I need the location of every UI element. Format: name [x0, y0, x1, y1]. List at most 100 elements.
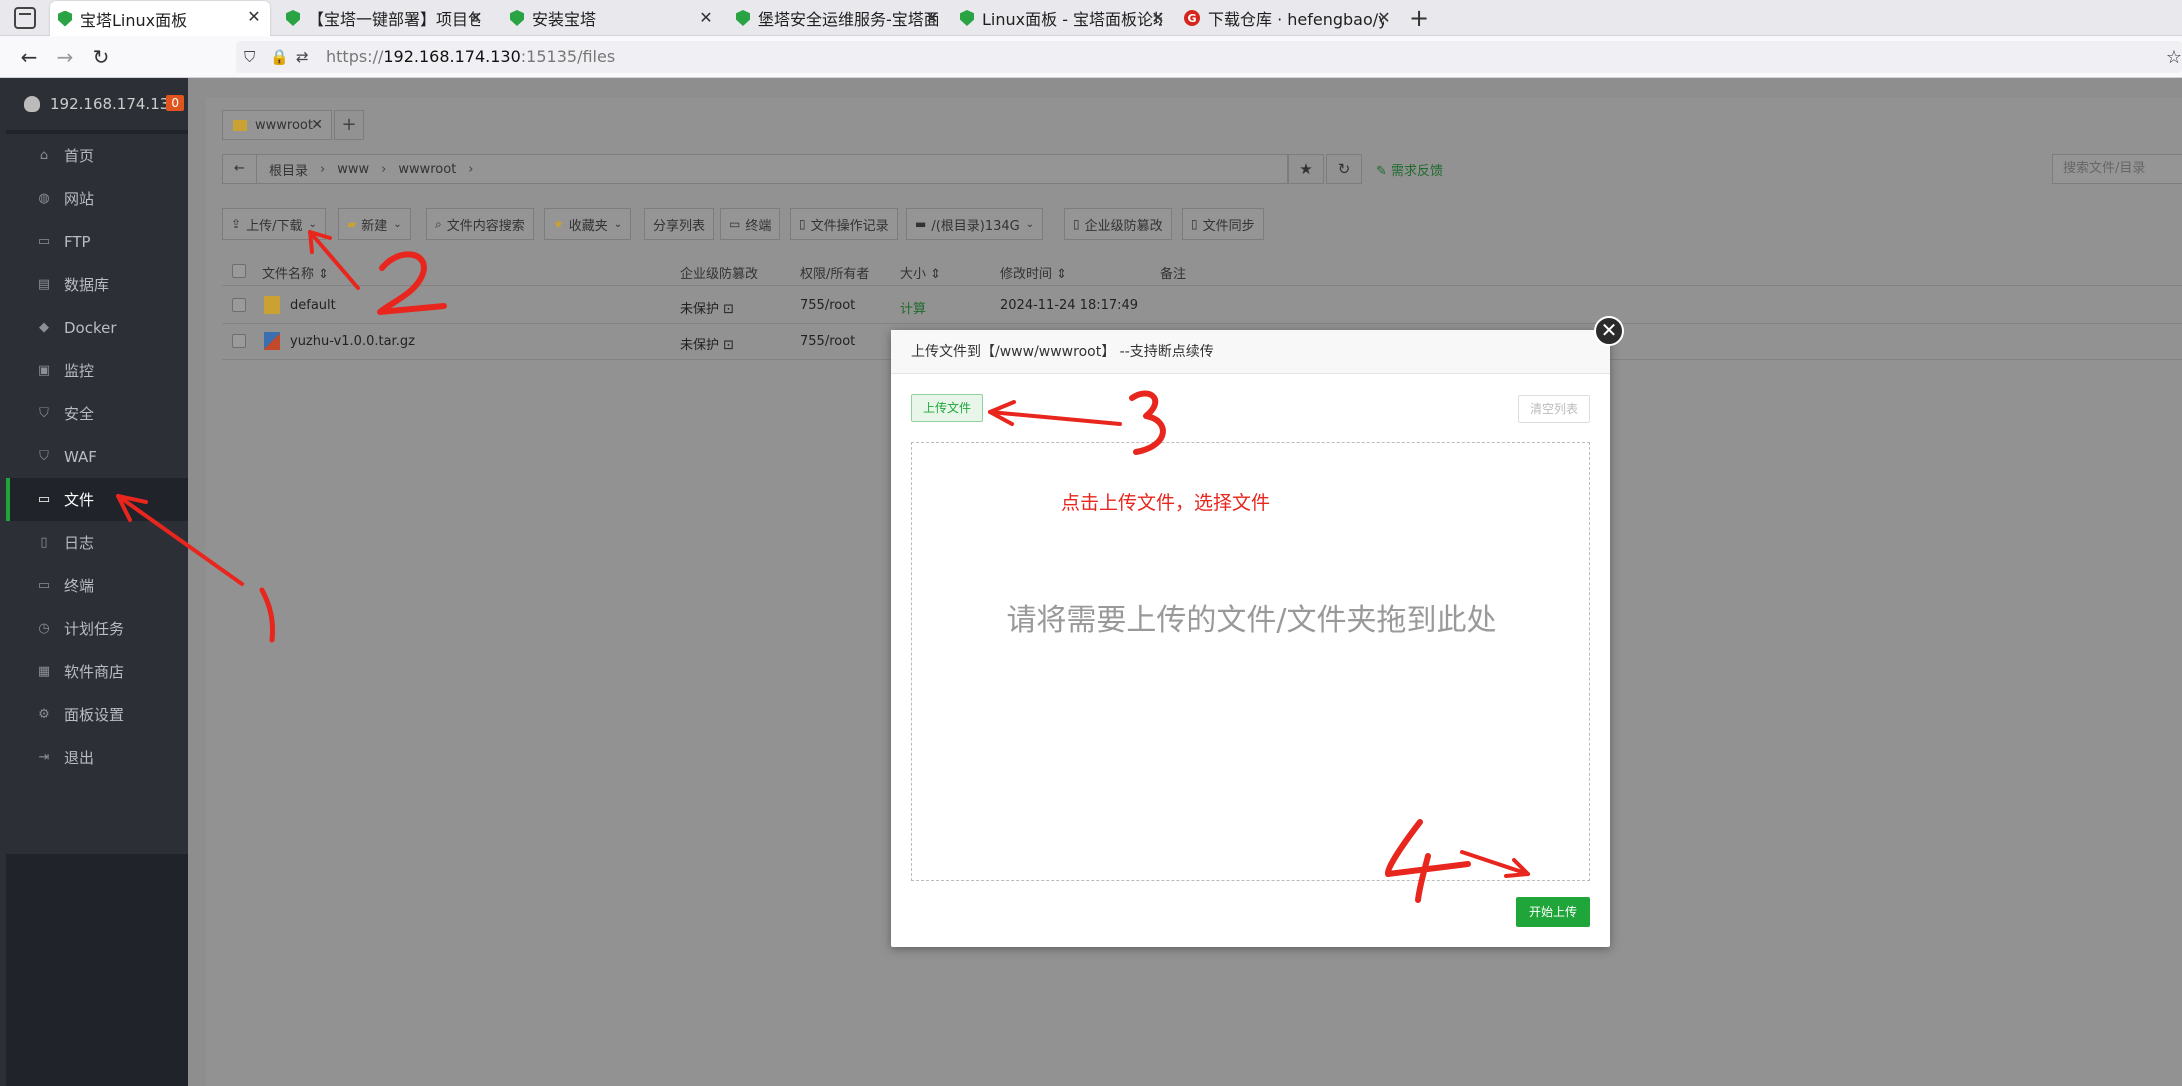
- notification-badge[interactable]: 0: [166, 95, 184, 111]
- sidebar-item-docker[interactable]: ◆ Docker: [6, 306, 188, 349]
- sidebar-item-security[interactable]: ⛉ 安全: [6, 392, 188, 435]
- share-list-button[interactable]: 分享列表: [644, 208, 715, 240]
- feedback-link[interactable]: ✎ 需求反馈: [1376, 160, 1443, 179]
- chevron-down-icon: ⌄: [393, 218, 402, 230]
- column-size[interactable]: 大小 ⇕: [900, 263, 941, 282]
- tamper-status[interactable]: 未保护 ⊡: [680, 298, 734, 317]
- file-name[interactable]: yuzhu-v1.0.0.tar.gz: [290, 334, 415, 349]
- tamper-status-label: 未保护: [680, 302, 720, 317]
- sidebar-item-cron[interactable]: ◷ 计划任务: [6, 607, 188, 650]
- row-checkbox[interactable]: [232, 298, 246, 312]
- sidebar-item-home[interactable]: ⌂ 首页: [6, 134, 188, 177]
- close-icon[interactable]: ✕: [466, 8, 486, 28]
- upload-file-button[interactable]: 上传文件: [911, 394, 983, 422]
- url-bar[interactable]: ⛉ 🔒 ⇄ https://192.168.174.130:15135/file…: [236, 41, 2182, 73]
- sidebar-item-label: 监控: [64, 362, 95, 380]
- breadcrumb-wwwroot[interactable]: wwwroot: [386, 162, 468, 177]
- back-arrow-icon[interactable]: ←: [223, 155, 257, 183]
- browser-tab-baota-panel[interactable]: 宝塔Linux面板 ✕: [50, 1, 270, 36]
- folder-icon: [264, 296, 280, 314]
- close-icon[interactable]: ✕: [311, 117, 323, 133]
- browser-tab-bar: 宝塔Linux面板 ✕ 【宝塔一键部署】项目包上 ✕ 安装宝塔 ✕ 堡塔安全运维…: [0, 0, 2182, 36]
- sidebar-item-waf[interactable]: ⛉ WAF: [6, 435, 188, 478]
- browser-tab-security[interactable]: 堡塔安全运维服务-宝塔面 ✕: [728, 2, 942, 34]
- shield-icon[interactable]: ⛉: [244, 48, 255, 66]
- breadcrumb-root[interactable]: 根目录: [257, 160, 320, 179]
- clear-list-button[interactable]: 清空列表: [1518, 395, 1590, 423]
- dialog-close-icon[interactable]: ✕: [1594, 316, 1624, 346]
- breadcrumb-www[interactable]: www: [325, 162, 381, 177]
- annotation-note: 点击上传文件，选择文件: [1061, 492, 1271, 514]
- calc-size-link[interactable]: 计算: [900, 298, 926, 317]
- file-search-input[interactable]: 搜索文件/目录: [2052, 154, 2182, 184]
- sidebar-item-ftp[interactable]: ▭ FTP: [6, 220, 188, 263]
- close-icon[interactable]: ✕: [1374, 8, 1394, 28]
- file-permission[interactable]: 755/root: [800, 334, 855, 349]
- operation-log-button[interactable]: ▯ 文件操作记录: [790, 208, 898, 240]
- disk-select-button[interactable]: ▬ /(根目录)134G ⌄: [906, 208, 1044, 240]
- sidebar-item-monitor[interactable]: ▣ 监控: [6, 349, 188, 392]
- file-name[interactable]: default: [290, 298, 336, 313]
- close-icon[interactable]: ✕: [922, 8, 942, 28]
- sidebar-item-logs[interactable]: ▯ 日志: [6, 521, 188, 564]
- browser-tab-deploy[interactable]: 【宝塔一键部署】项目包上 ✕: [278, 2, 488, 34]
- baota-favicon-icon: [510, 10, 524, 26]
- tamper-status[interactable]: 未保护 ⊡: [680, 334, 734, 353]
- waf-icon: ⛉: [39, 449, 49, 464]
- close-icon[interactable]: ✕: [244, 7, 264, 27]
- new-button[interactable]: ▰ 新建 ⌄: [338, 208, 411, 240]
- sidebar-item-store[interactable]: ▦ 软件商店: [6, 650, 188, 693]
- upload-download-button[interactable]: ⇪ 上传/下载 ⌄: [222, 208, 326, 240]
- sidebar-item-logout[interactable]: ⇥ 退出: [6, 736, 188, 779]
- column-label: 修改时间: [1000, 267, 1053, 282]
- back-arrow-icon[interactable]: ←: [16, 44, 42, 70]
- terminal-icon: ▭: [37, 578, 51, 593]
- clock-icon: ◷: [38, 621, 50, 636]
- close-icon[interactable]: ✕: [1148, 8, 1168, 28]
- forward-arrow-icon[interactable]: →: [52, 44, 78, 70]
- browser-tab-repo[interactable]: G 下载仓库 · hefengbao/yuz ✕: [1176, 2, 1394, 34]
- breadcrumb[interactable]: ← 根目录 › www › wwwroot ›: [222, 154, 1288, 184]
- row-checkbox[interactable]: [232, 334, 246, 348]
- refresh-button[interactable]: ↻: [1326, 154, 1362, 184]
- sidebar-item-files[interactable]: ▭ 文件: [6, 478, 188, 521]
- logout-icon: ⇥: [38, 750, 50, 765]
- reload-icon[interactable]: ↻: [88, 44, 114, 70]
- gear-icon: ⚙: [38, 707, 50, 722]
- sidebar-item-terminal[interactable]: ▭ 终端: [6, 564, 188, 607]
- sidebar-item-label: 终端: [64, 577, 95, 595]
- baota-favicon-icon: [960, 10, 974, 26]
- browser-tab-install[interactable]: 安装宝塔 ✕: [502, 2, 722, 34]
- url-text[interactable]: https://192.168.174.130:15135/files: [326, 47, 615, 66]
- column-name[interactable]: 文件名称 ⇕: [262, 263, 329, 282]
- file-sync-button[interactable]: ▯ 文件同步: [1182, 208, 1264, 240]
- chevron-down-icon: ⌄: [1025, 218, 1035, 230]
- add-directory-tab-button[interactable]: +: [334, 110, 364, 140]
- terminal-button[interactable]: ▭ 终端: [720, 208, 781, 240]
- sidebar-item-website[interactable]: ◍ 网站: [6, 177, 188, 220]
- bookmark-star-icon[interactable]: ☆: [2166, 47, 2182, 68]
- new-tab-button[interactable]: +: [1404, 4, 1434, 32]
- select-all-checkbox[interactable]: [232, 264, 246, 278]
- folder-icon: ▭: [37, 492, 51, 507]
- upload-icon: ⇪: [231, 217, 242, 231]
- content-search-button[interactable]: ⌕ 文件内容搜索: [426, 208, 534, 240]
- permissions-icon[interactable]: ⇄: [296, 48, 309, 66]
- lock-warning-icon[interactable]: 🔒: [270, 48, 289, 66]
- browser-tab-forum[interactable]: Linux面板 - 宝塔面板论坛 ✕: [952, 2, 1168, 34]
- close-icon[interactable]: ✕: [696, 8, 716, 28]
- drop-zone-hint: 请将需要上传的文件/文件夹拖到此处: [1006, 603, 1497, 638]
- toolbar-label: /(根目录)134G: [931, 218, 1020, 234]
- favorites-button[interactable]: ★ 收藏夹 ⌄: [544, 208, 632, 240]
- sidebar-item-settings[interactable]: ⚙ 面板设置: [6, 693, 188, 736]
- table-row[interactable]: default 未保护 ⊡ 755/root 计算 2024-11-24 18:…: [222, 288, 2182, 324]
- tamper-protect-button[interactable]: ▯ 企业级防篡改: [1064, 208, 1172, 240]
- start-upload-button[interactable]: 开始上传: [1516, 897, 1590, 927]
- file-permission[interactable]: 755/root: [800, 298, 855, 313]
- tab-list-icon[interactable]: [14, 7, 36, 29]
- column-modified[interactable]: 修改时间 ⇕: [1000, 263, 1067, 282]
- sidebar-item-database[interactable]: ▤ 数据库: [6, 263, 188, 306]
- dialog-title: 上传文件到【/www/wwwroot】 --支持断点续传: [891, 330, 1610, 374]
- directory-tab[interactable]: wwwroot ✕: [222, 110, 332, 140]
- favorite-star-button[interactable]: ★: [1288, 154, 1324, 184]
